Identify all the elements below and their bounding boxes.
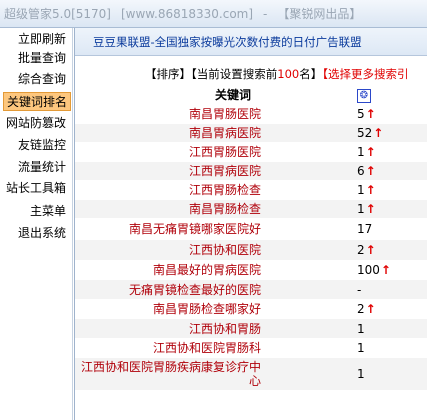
rank-up-arrow-icon: ↑ (365, 145, 376, 159)
sidebar-item-tamper-protect[interactable]: 网站防篡改 (4, 114, 68, 133)
app-url: [www.86818330.com] (121, 6, 254, 21)
keyword-cell: 南昌胃肠检查 (188, 202, 261, 216)
rank-cell: 2↑ (339, 302, 427, 316)
sidebar-item-keyword-ranking[interactable]: 关键词排名 (2, 92, 71, 111)
current-setting-number[interactable]: 100 (277, 67, 299, 81)
table-row[interactable]: 南昌胃肠检查 1↑ (75, 200, 427, 219)
keyword-cell: 南昌最好的胃病医院 (152, 263, 261, 277)
table-header: 关键词 ❂ (75, 84, 427, 105)
sidebar-item-link-monitor[interactable]: 友链监控 (16, 136, 68, 155)
rank-value: 1 (357, 202, 365, 216)
rank-cell: 1↑ (339, 145, 427, 159)
rank-value: 2 (357, 302, 365, 316)
keyword-cell: 南昌胃肠检查哪家好 (152, 302, 261, 316)
rank-cell: 17 (339, 222, 427, 236)
rank-value: 1 (357, 341, 365, 355)
title-separator: - (263, 6, 268, 21)
rank-value: 1 (357, 183, 365, 197)
rank-value: - (357, 282, 362, 297)
table-row[interactable]: 江西胃病医院 6↑ (75, 162, 427, 181)
keyword-cell: 江西胃肠医院 (188, 145, 261, 159)
table-row[interactable]: 南昌最好的胃病医院 100↑ (75, 261, 427, 280)
rank-cell: 5↑ (339, 107, 427, 121)
table-row[interactable]: 江西协和医院胃肠疾病康复诊疗中心 1 (75, 358, 427, 391)
rank-up-arrow-icon: ↑ (365, 164, 376, 178)
rank-value: 52 (357, 126, 373, 140)
table-row[interactable]: 南昌胃肠医院 5↑ (75, 105, 427, 124)
rank-up-arrow-icon: ↑ (365, 302, 376, 316)
table-row[interactable]: 江西胃肠检查 1↑ (75, 181, 427, 200)
table-row[interactable]: 江西协和医院胃肠科 1 (75, 339, 427, 358)
rank-cell: 52↑ (339, 126, 427, 140)
keyword-cell: 江西协和医院胃肠疾病康复诊疗中心 (80, 360, 261, 388)
table-row[interactable]: 江西胃肠医院 1↑ (75, 143, 427, 162)
rank-value: 5 (357, 107, 365, 121)
rank-value: 6 (357, 164, 365, 178)
table-row[interactable]: 无痛胃镜检查最好的医院 - (75, 280, 427, 300)
rank-up-arrow-icon: ↑ (365, 202, 376, 216)
ranking-toolbar: 【排序】【当前设置搜索前100名】【选择更多搜索引 (75, 66, 427, 84)
rank-cell: 1 (339, 367, 427, 381)
keyword-cell: 无痛胃镜检查最好的医院 (128, 282, 261, 297)
keyword-cell: 江西协和胃肠 (188, 321, 261, 336)
rank-up-arrow-icon: ↑ (373, 126, 384, 140)
banner-link[interactable]: 豆豆果联盟-全国独家按曝光次数付费的日付广告联盟 (93, 35, 362, 49)
keyword-cell: 江西胃肠检查 (188, 183, 261, 197)
table-row[interactable]: 江西协和医院 2↑ (75, 240, 427, 261)
sidebar-item-main-menu[interactable]: 主菜单 (28, 202, 68, 221)
rank-cell: 100↑ (339, 263, 427, 277)
table-row[interactable]: 南昌胃病医院 52↑ (75, 124, 427, 143)
ad-banner: 豆豆果联盟-全国独家按曝光次数付费的日付广告联盟 (75, 28, 427, 56)
rank-value: 1 (357, 321, 365, 336)
main-panel: 豆豆果联盟-全国独家按曝光次数付费的日付广告联盟 【排序】【当前设置搜索前100… (74, 28, 427, 420)
rank-value: 100 (357, 263, 380, 277)
rank-cell: - (339, 283, 427, 297)
rank-up-arrow-icon: ↑ (365, 183, 376, 197)
table-row[interactable]: 南昌无痛胃镜哪家医院好 17 (75, 219, 427, 240)
baidu-paw-icon[interactable]: ❂ (357, 88, 371, 103)
keyword-cell: 南昌无痛胃镜哪家医院好 (128, 222, 261, 236)
rank-cell: 6↑ (339, 164, 427, 178)
sidebar-item-combined-query[interactable]: 综合查询 (16, 70, 68, 89)
rank-up-arrow-icon: ↑ (365, 243, 376, 257)
keyword-table: 关键词 ❂ 南昌胃肠医院 5↑ 南昌胃病医院 52↑ 江西胃肠医院 1↑ 江西胃病医院 6↑ 江… (75, 84, 427, 391)
keyword-cell: 南昌胃肠医院 (188, 107, 261, 121)
keyword-column-header: 关键词 (214, 88, 251, 102)
rank-up-arrow-icon: ↑ (365, 107, 376, 121)
sidebar-item-traffic-stats[interactable]: 流量统计 (16, 158, 68, 177)
brand-label: 【聚锐网出品】 (277, 7, 362, 21)
sidebar-item-refresh[interactable]: 立即刷新 (16, 30, 68, 49)
current-setting-prefix[interactable]: 【当前设置搜索前 (191, 67, 277, 81)
keyword-cell: 江西协和医院胃肠科 (152, 341, 261, 355)
sidebar-item-batch-query[interactable]: 批量查询 (16, 49, 68, 68)
keyword-cell: 江西协和医院 (188, 243, 261, 257)
rank-cell: 1 (339, 322, 427, 336)
rank-cell: 2↑ (339, 243, 427, 257)
keyword-cell: 南昌胃病医院 (188, 126, 261, 140)
app-title: 超级管家5.0[5170] (4, 7, 111, 21)
more-engines-button[interactable]: 【选择更多搜索引 (322, 67, 408, 81)
current-setting-suffix[interactable]: 名】 (299, 67, 322, 81)
sort-button[interactable]: 【排序】 (145, 67, 191, 81)
sidebar-item-webmaster-tools[interactable]: 站长工具箱 (4, 179, 68, 198)
rank-value: 1 (357, 367, 365, 381)
rank-cell: 1↑ (339, 183, 427, 197)
rank-cell: 1↑ (339, 202, 427, 216)
sidebar-item-exit[interactable]: 退出系统 (16, 224, 68, 243)
table-row[interactable]: 南昌胃肠检查哪家好 2↑ (75, 300, 427, 319)
rank-up-arrow-icon: ↑ (380, 263, 391, 277)
sidebar: 立即刷新 批量查询 综合查询 关键词排名 网站防篡改 友链监控 流量统计 站长工… (0, 28, 73, 420)
table-row[interactable]: 江西协和胃肠 1 (75, 319, 427, 339)
rank-value: 17 (357, 222, 373, 236)
rank-cell: 1 (339, 341, 427, 355)
keyword-cell: 江西胃病医院 (188, 164, 261, 178)
title-bar: 超级管家5.0[5170] [www.86818330.com] - 【聚锐网出… (0, 0, 427, 28)
rank-value: 2 (357, 243, 365, 257)
rank-value: 1 (357, 145, 365, 159)
